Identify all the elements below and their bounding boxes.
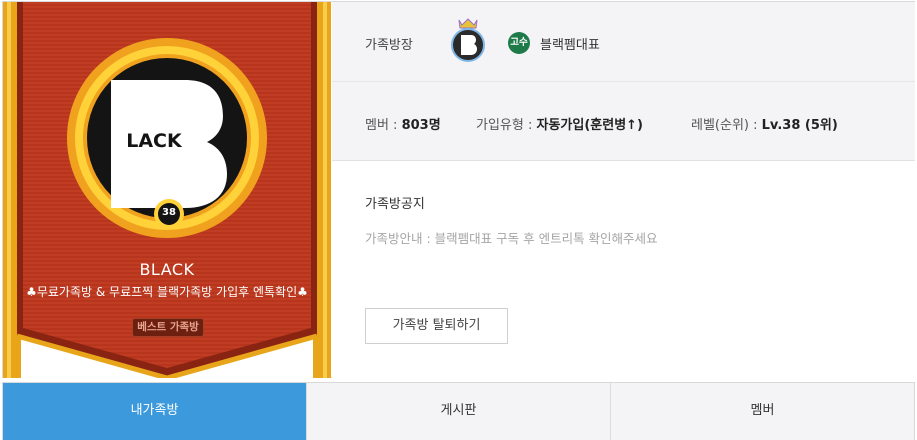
rank-badge: 고수	[508, 32, 530, 54]
notice-section: 가족방공지 가족방안내 : 블랙펨대표 구독 후 엔트리톡 확인해주세요 가족방…	[332, 161, 915, 378]
clan-name: BLACK	[139, 260, 195, 279]
members-label: 멤버 :	[365, 118, 398, 133]
join-type-label: 가입유형 :	[476, 118, 533, 133]
members-value: 803명	[401, 118, 441, 133]
tab-my-clan[interactable]: 내가족방	[3, 383, 306, 440]
clan-tabs: 내가족방 게시판 멤버	[2, 382, 915, 440]
best-clan-badge: 베스트 가족방	[132, 318, 204, 337]
level-label: 레벨(순위) :	[691, 118, 758, 133]
leader-avatar-icon[interactable]	[450, 16, 486, 62]
clan-card: LACK 38 BLACK ♣무료가족방 & 무료프찍 블랙가족방 가입후 엔톡…	[2, 1, 915, 378]
clan-description: ♣무료가족방 & 무료프찍 블랙가족방 가입후 엔톡확인♣	[26, 285, 308, 299]
join-type-stat: 가입유형 : 자동가입(훈련병↑)	[476, 114, 643, 133]
leader-name[interactable]: 블랙펨대표	[540, 34, 600, 53]
clan-banner: LACK 38 BLACK ♣무료가족방 & 무료프찍 블랙가족방 가입후 엔톡…	[3, 2, 331, 378]
clan-info-panel: 가족방장 고수 블랙펨대표 멤버 : 803명 가입유형 : 자동가입(훈련병↑…	[332, 2, 915, 378]
tab-members[interactable]: 멤버	[610, 383, 914, 440]
tab-board[interactable]: 게시판	[306, 383, 610, 440]
members-stat: 멤버 : 803명	[365, 114, 441, 133]
leave-clan-button[interactable]: 가족방 탈퇴하기	[365, 308, 508, 344]
join-type-value: 자동가입(훈련병↑)	[536, 118, 644, 133]
emblem-text: LACK	[126, 130, 182, 152]
notice-title: 가족방공지	[365, 197, 425, 212]
notice-text: 가족방안내 : 블랙펨대표 구독 후 엔트리톡 확인해주세요	[365, 231, 658, 246]
emblem-level: 38	[162, 207, 176, 218]
leader-label: 가족방장	[365, 38, 413, 53]
stats-row: 멤버 : 803명 가입유형 : 자동가입(훈련병↑) 레벨(순위) : Lv.…	[332, 82, 915, 161]
level-value: Lv.38 (5위)	[761, 118, 838, 133]
leader-row: 가족방장 고수 블랙펨대표	[332, 2, 915, 82]
level-stat: 레벨(순위) : Lv.38 (5위)	[691, 114, 838, 133]
